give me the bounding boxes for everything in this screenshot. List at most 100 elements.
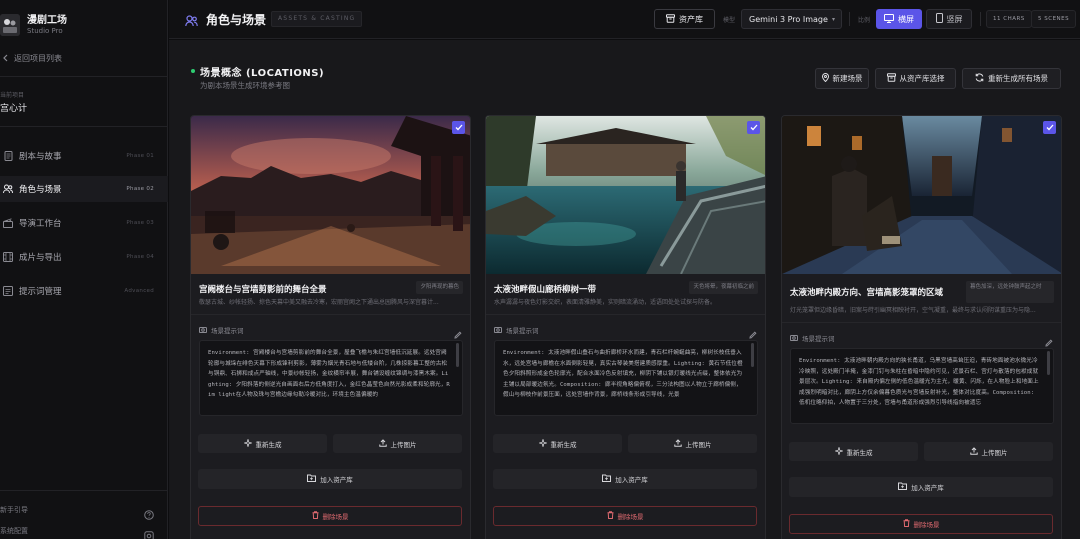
sidebar-item-phase: Phase 04 bbox=[126, 254, 154, 260]
camera-icon bbox=[494, 326, 502, 335]
sidebar-item-phase: Phase 01 bbox=[126, 153, 154, 159]
film-icon bbox=[3, 252, 13, 262]
divider bbox=[486, 314, 765, 315]
scene-image[interactable] bbox=[486, 116, 765, 274]
scrollbar[interactable] bbox=[456, 343, 459, 367]
delete-scene-button[interactable]: 删除场景 bbox=[493, 506, 757, 526]
asset-library-button[interactable]: 资产库 bbox=[654, 9, 715, 29]
scrollbar[interactable] bbox=[751, 343, 754, 367]
checkbox-checked-icon[interactable] bbox=[1043, 121, 1056, 134]
back-to-projects-link[interactable]: 返回项目列表 bbox=[2, 53, 62, 64]
sidebar: 漫剧工场 Studio Pro 返回项目列表 当前项目 宫心计 剧本与故事 Ph… bbox=[0, 0, 168, 539]
folder-plus-icon bbox=[602, 474, 612, 484]
page-title: 角色与场景 bbox=[206, 13, 267, 27]
upload-icon bbox=[378, 438, 387, 449]
prompt-textarea[interactable]: Environment: 太液池畔朝内殿方向的狭长甬道，乌黑宫墙高耸压迫，青砖地… bbox=[790, 348, 1054, 424]
camera-icon bbox=[790, 334, 798, 343]
scene-card: 太液池畔内殿方向、宫墙高影笼罩的区域 暮色加深，远处钟鼓声起之时 灯光笼罩但边缘… bbox=[781, 115, 1062, 539]
help-guide-label: 新手引导 bbox=[0, 506, 28, 514]
upload-label: 上传图片 bbox=[981, 448, 1008, 457]
add-to-library-label: 加入资产库 bbox=[911, 484, 944, 492]
chevron-left-icon bbox=[2, 54, 8, 64]
time-badge: 夕阳再现的暮色 bbox=[416, 281, 463, 294]
model-select[interactable]: Gemini 3 Pro Image ▾ bbox=[741, 9, 842, 29]
model-label: 模型 bbox=[723, 17, 736, 24]
upload-label: 上传图片 bbox=[390, 440, 417, 449]
scene-image[interactable] bbox=[782, 116, 1061, 274]
prompt-label: 场景提示词 bbox=[790, 333, 835, 343]
project-name: 宫心计 bbox=[0, 104, 28, 114]
time-badge: 暮色加深，远处钟鼓声起之时 bbox=[966, 281, 1054, 303]
trash-icon bbox=[903, 519, 910, 529]
archive-icon bbox=[666, 13, 675, 25]
checkbox-checked-icon[interactable] bbox=[747, 121, 760, 134]
landscape-toggle[interactable]: 横屏 bbox=[876, 9, 922, 29]
help-guide-link[interactable]: 新手引导 bbox=[0, 503, 168, 520]
add-to-library-button[interactable]: 加入资产库 bbox=[789, 477, 1053, 497]
select-from-library-label: 从资产库选择 bbox=[899, 74, 945, 83]
clapper-icon bbox=[3, 218, 13, 228]
sidebar-item-characters[interactable]: 角色与场景 Phase 02 bbox=[0, 176, 168, 202]
upload-image-button[interactable]: 上传图片 bbox=[333, 434, 462, 453]
section-subtitle: 为剧本场景生成环境参考图 bbox=[200, 81, 290, 90]
monitor-icon bbox=[884, 13, 894, 25]
regenerate-label: 重新生成 bbox=[846, 448, 873, 457]
trash-icon bbox=[312, 511, 319, 521]
sidebar-item-prompts[interactable]: 提示词管理 Advanced bbox=[0, 278, 168, 304]
scene-description: 敬瑟古城、纱帐轻扬、掠色天幕中美又融去冷寒，宏丽宫阙之下通出总园腾风与深宫暮计.… bbox=[199, 299, 439, 306]
prompt-label-text: 场景提示词 bbox=[211, 327, 244, 335]
landscape-label: 横屏 bbox=[898, 14, 914, 24]
scene-title: 宫阙楼台与宫墙剪影前的舞台全景 bbox=[199, 285, 327, 295]
add-to-library-button[interactable]: 加入资产库 bbox=[198, 469, 462, 489]
refresh-icon bbox=[975, 73, 984, 84]
regenerate-button[interactable]: 重新生成 bbox=[789, 442, 918, 461]
scene-description: 灯光笼罩但边缘昏暗，旧案与莳引幽冥相映衬开，空气凝重，最终与求认闷阴谋重压为与隐… bbox=[790, 307, 1036, 314]
script-icon bbox=[3, 151, 13, 161]
prompt-text: Environment: 宫阙楼台与宫墙剪影前的舞台全景，屋叠飞檐与朱红宫墙低沉… bbox=[208, 350, 450, 399]
sidebar-item-label: 提示词管理 bbox=[19, 287, 62, 297]
scene-card: 宫阙楼台与宫墙剪影前的舞台全景 夕阳再现的暮色 敬瑟古城、纱帐轻扬、掠色天幕中美… bbox=[190, 115, 471, 539]
upload-image-button[interactable]: 上传图片 bbox=[924, 442, 1053, 461]
system-settings-label: 系统配置 bbox=[0, 527, 28, 535]
new-scene-button[interactable]: 新建场景 bbox=[815, 68, 869, 89]
sidebar-item-phase: Phase 02 bbox=[126, 186, 154, 192]
sidebar-item-label: 剧本与故事 bbox=[19, 152, 62, 162]
upload-icon bbox=[969, 446, 978, 457]
status-dot bbox=[191, 69, 195, 73]
prompt-textarea[interactable]: Environment: 宫阙楼台与宫墙剪影前的舞台全景，屋叠飞檐与朱红宫墙低沉… bbox=[199, 340, 463, 416]
scene-title: 太液池畔假山廊桥柳树一带 bbox=[494, 285, 597, 295]
sidebar-item-label: 成片与导出 bbox=[19, 253, 62, 263]
prompt-textarea[interactable]: Environment: 太液池畔假山叠石与曲折廊桥环水而建，青石栏杆蜿蜒曲亮，… bbox=[494, 340, 758, 416]
regenerate-all-button[interactable]: 重新生成所有场景 bbox=[962, 68, 1061, 89]
upload-image-button[interactable]: 上传图片 bbox=[628, 434, 757, 453]
regenerate-button[interactable]: 重新生成 bbox=[198, 434, 327, 453]
checkbox-checked-icon[interactable] bbox=[452, 121, 465, 134]
regenerate-button[interactable]: 重新生成 bbox=[493, 434, 622, 453]
prompt-text: Environment: 太液池畔朝内殿方向的狭长甬道，乌黑宫墙高耸压迫，青砖地… bbox=[799, 358, 1039, 407]
portrait-toggle[interactable]: 竖屏 bbox=[926, 9, 972, 29]
system-settings-link[interactable]: 系统配置 bbox=[0, 524, 168, 539]
upload-label: 上传图片 bbox=[685, 440, 712, 449]
delete-scene-label: 删除场景 bbox=[617, 513, 644, 521]
add-to-library-button[interactable]: 加入资产库 bbox=[493, 469, 757, 489]
delete-scene-button[interactable]: 删除场景 bbox=[198, 506, 462, 526]
prompt-icon bbox=[3, 286, 13, 296]
divider bbox=[0, 76, 168, 77]
brand[interactable]: 漫剧工场 Studio Pro bbox=[0, 12, 67, 38]
delete-scene-button[interactable]: 删除场景 bbox=[789, 514, 1053, 534]
prompt-label: 场景提示词 bbox=[494, 325, 539, 335]
portrait-label: 竖屏 bbox=[946, 14, 963, 24]
divider bbox=[849, 12, 850, 26]
ratio-label: 比例 bbox=[858, 17, 871, 24]
sidebar-item-director[interactable]: 导演工作台 Phase 03 bbox=[0, 210, 168, 236]
trash-icon bbox=[607, 511, 614, 521]
sidebar-item-script[interactable]: 剧本与故事 Phase 01 bbox=[0, 143, 168, 169]
scrollbar[interactable] bbox=[1047, 351, 1050, 375]
sidebar-item-phase: Advanced bbox=[124, 288, 154, 294]
sidebar-item-export[interactable]: 成片与导出 Phase 04 bbox=[0, 244, 168, 270]
scene-image[interactable] bbox=[191, 116, 470, 274]
app-root: 漫剧工场 Studio Pro 返回项目列表 当前项目 宫心计 剧本与故事 Ph… bbox=[0, 0, 1080, 539]
map-pin-icon bbox=[821, 73, 829, 84]
users-icon bbox=[185, 12, 198, 31]
select-from-library-button[interactable]: 从资产库选择 bbox=[875, 68, 956, 89]
